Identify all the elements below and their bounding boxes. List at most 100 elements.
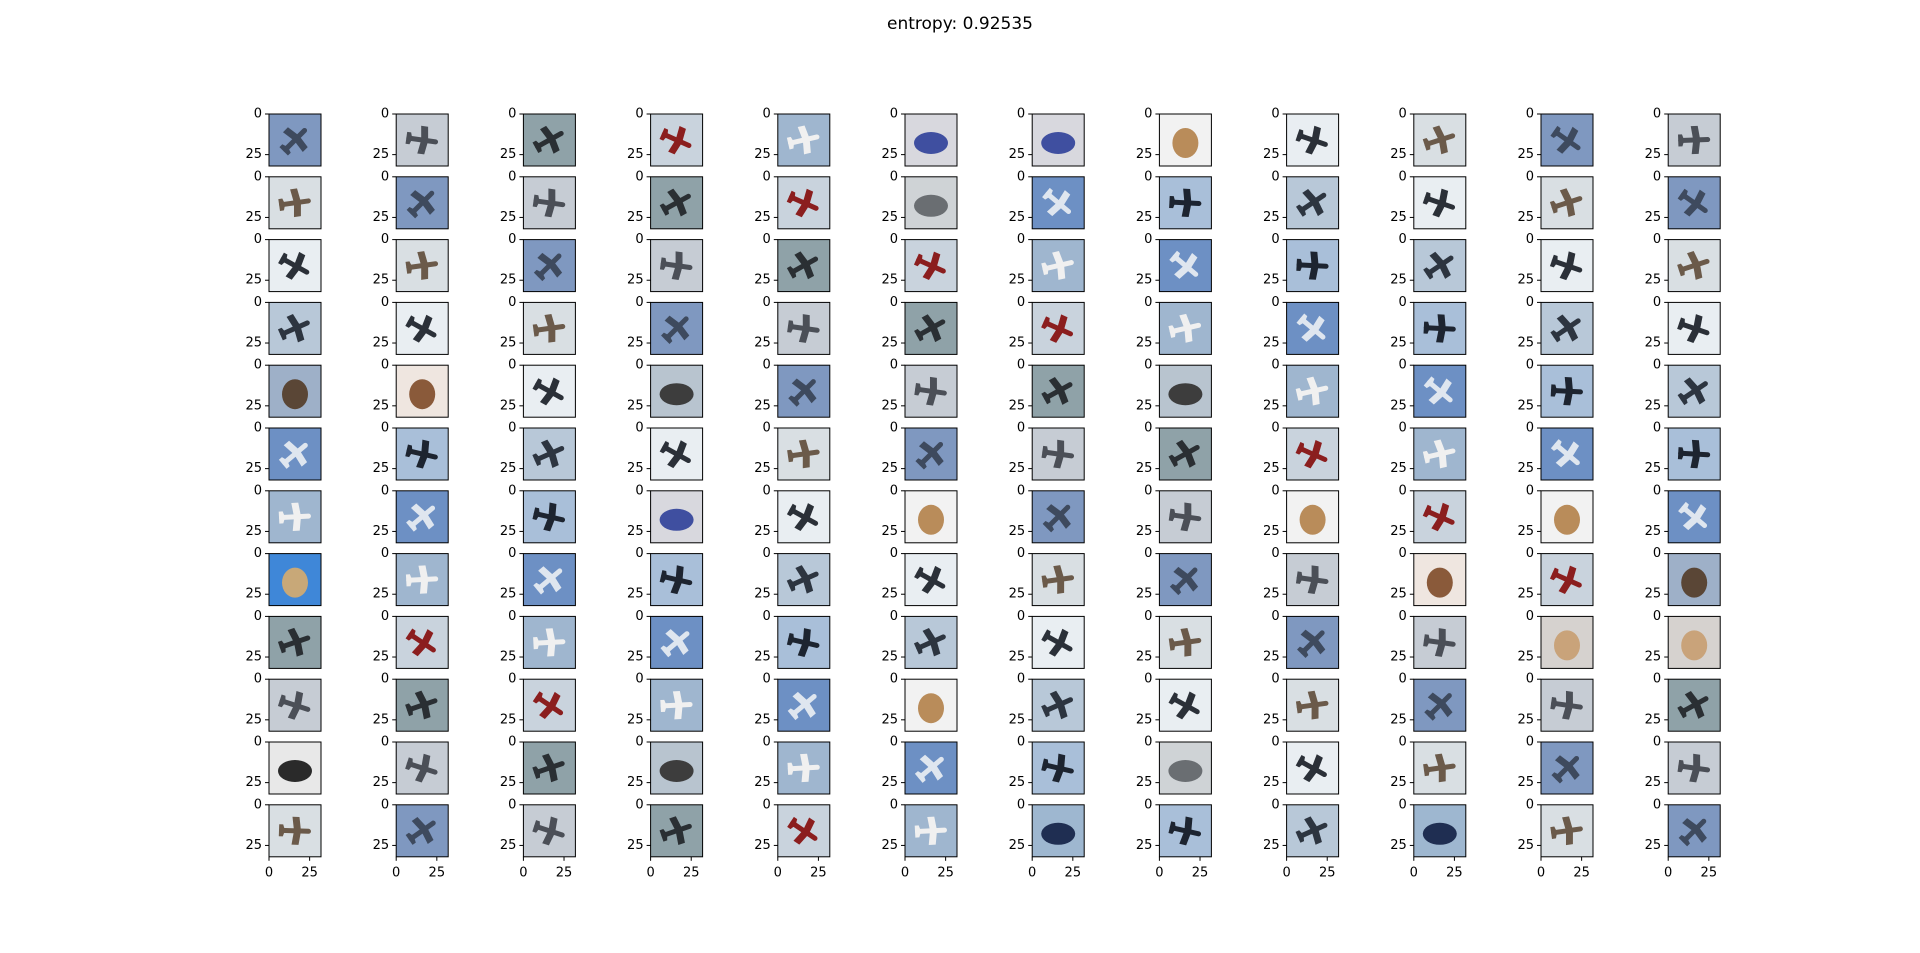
dog-shape [409, 379, 436, 410]
y-tick-label: 0 [1653, 169, 1661, 184]
y-tick-label: 0 [1653, 358, 1661, 373]
y-tick-label: 0 [890, 735, 898, 750]
y-tick-label: 25 [1136, 147, 1153, 162]
y-tick-label: 0 [1144, 797, 1152, 812]
y-tick-label: 25 [1390, 398, 1407, 413]
y-tick-label: 0 [254, 232, 262, 247]
subplot-airplane [265, 615, 322, 669]
y-tick-label: 25 [500, 273, 517, 288]
y-tick-label: 0 [1017, 358, 1025, 373]
y-tick-label: 25 [373, 838, 390, 853]
subplot-airplane [519, 615, 576, 669]
y-tick-label: 0 [763, 483, 771, 498]
subplot-airplane [519, 364, 576, 418]
subplot-airplane [265, 176, 322, 230]
subplot-airplane [1155, 553, 1212, 607]
y-tick-label: 0 [1653, 546, 1661, 561]
y-tick-label: 25 [881, 838, 898, 853]
subplot-airplane [773, 113, 831, 167]
subplot-airplane [901, 615, 958, 669]
y-tick-label: 0 [254, 735, 262, 750]
subplot-airplane [1664, 113, 1721, 167]
subplot-airplane [519, 427, 576, 481]
subplot-airplane [1664, 804, 1721, 858]
y-tick-label: 0 [1399, 107, 1407, 122]
y-tick-label: 25 [1645, 398, 1662, 413]
truck-shape [1041, 132, 1076, 154]
y-tick-label: 25 [1390, 336, 1407, 351]
subplot-airplane [773, 301, 831, 355]
y-tick-label: 0 [1653, 672, 1661, 687]
y-tick-label: 25 [1263, 712, 1280, 727]
subplot-airplane [1282, 176, 1340, 230]
y-tick-label: 25 [1009, 147, 1026, 162]
y-tick-label: 0 [890, 107, 898, 122]
y-tick-label: 0 [1526, 169, 1534, 184]
y-tick-label: 0 [1144, 295, 1152, 310]
y-tick-label: 0 [254, 295, 262, 310]
subplot-airplane [1409, 113, 1467, 167]
y-tick-label: 0 [635, 483, 643, 498]
y-tick-label: 25 [881, 398, 898, 413]
subplot-airplane [1028, 553, 1085, 607]
subplot-airplane [901, 741, 958, 795]
subplot-airplane [1409, 678, 1467, 732]
dog-shape [1554, 630, 1580, 661]
subplot-airplane [1282, 427, 1340, 481]
y-tick-label: 25 [500, 398, 517, 413]
y-tick-label: 25 [245, 336, 262, 351]
subplot-airplane [1282, 301, 1340, 355]
y-tick-label: 0 [1144, 483, 1152, 498]
y-tick-label: 0 [890, 295, 898, 310]
y-tick-label: 25 [245, 398, 262, 413]
y-tick-label: 25 [627, 775, 644, 790]
y-tick-label: 0 [1144, 358, 1152, 373]
subplot-airplane [1282, 364, 1340, 418]
y-tick-label: 0 [635, 672, 643, 687]
subplot-airplane [1155, 239, 1212, 293]
subplot-truck [1028, 113, 1085, 167]
subplot-airplane [1537, 301, 1594, 355]
y-tick-label: 25 [1009, 461, 1026, 476]
y-tick-label: 25 [1517, 273, 1534, 288]
y-tick-label: 25 [1517, 336, 1534, 351]
y-tick-label: 25 [881, 210, 898, 225]
subplot-dog [1537, 615, 1594, 669]
y-tick-label: 25 [881, 775, 898, 790]
y-tick-label: 0 [763, 232, 771, 247]
subplot-airplane [1409, 176, 1467, 230]
x-tick-label: 0 [519, 865, 527, 880]
y-tick-label: 25 [245, 838, 262, 853]
y-tick-label: 25 [754, 524, 771, 539]
y-tick-label: 25 [1136, 273, 1153, 288]
subplot-airplane [1409, 490, 1467, 544]
subplot-airplane [1155, 427, 1212, 481]
subplot-airplane [1155, 804, 1212, 858]
subplot-airplane [392, 301, 449, 355]
y-tick-label: 0 [1399, 483, 1407, 498]
y-tick-label: 25 [1263, 273, 1280, 288]
y-tick-label: 0 [1399, 421, 1407, 436]
x-tick-label: 25 [937, 865, 954, 880]
y-tick-label: 0 [1271, 421, 1279, 436]
y-tick-label: 0 [1653, 609, 1661, 624]
y-tick-label: 25 [500, 336, 517, 351]
y-tick-label: 0 [508, 421, 516, 436]
y-tick-label: 25 [1517, 210, 1534, 225]
y-tick-label: 0 [1399, 169, 1407, 184]
y-tick-label: 0 [508, 735, 516, 750]
y-tick-label: 25 [373, 398, 390, 413]
subplot-airplane [646, 804, 704, 858]
y-tick-label: 25 [754, 147, 771, 162]
y-tick-label: 0 [1017, 546, 1025, 561]
y-tick-label: 0 [1399, 232, 1407, 247]
bird-shape [282, 567, 308, 598]
y-tick-label: 0 [254, 107, 262, 122]
y-tick-label: 0 [1017, 107, 1025, 122]
y-tick-label: 0 [1399, 295, 1407, 310]
dog-shape [1554, 504, 1580, 535]
subplot-airplane [392, 490, 449, 544]
y-tick-label: 0 [1271, 358, 1279, 373]
subplot-airplane [392, 678, 449, 732]
cat-shape [1681, 567, 1708, 598]
